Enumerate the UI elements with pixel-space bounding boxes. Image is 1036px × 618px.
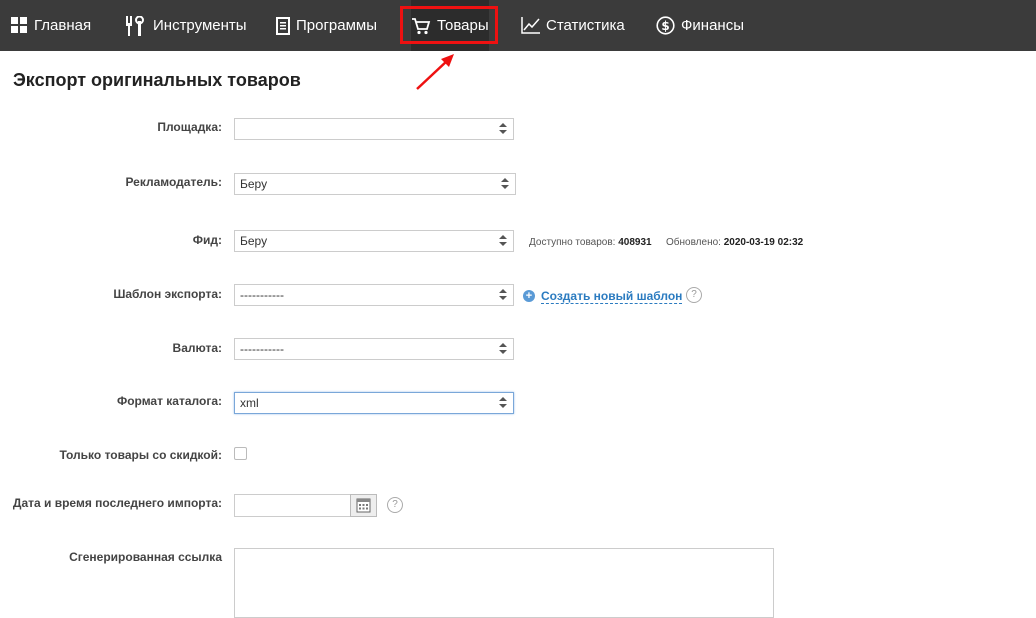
red-arrow-icon (416, 54, 454, 90)
template-label: Шаблон экспорта: (113, 287, 222, 301)
nav-item-finance[interactable]: $ Финансы (656, 0, 744, 51)
template-select[interactable]: ----------- (234, 284, 514, 306)
nav-label-programs: Программы (296, 17, 378, 34)
currency-select[interactable]: ----------- (234, 338, 514, 360)
nav-label-statistics: Статистика (546, 17, 625, 34)
nav-label-home: Главная (34, 17, 92, 34)
svg-text:$: $ (661, 19, 669, 33)
feed-label: Фид: (192, 233, 222, 247)
updated-value: 2020-03-19 02:32 (723, 237, 804, 248)
grid-icon (11, 17, 27, 33)
chart-icon (521, 17, 540, 34)
nav-item-home[interactable]: Главная (11, 0, 91, 51)
feed-updated: Обновлено: 2020-03-19 02:32 (666, 237, 803, 248)
nav-label-tools: Инструменты (153, 17, 247, 34)
discount-only-checkbox[interactable] (234, 447, 247, 460)
document-icon (276, 16, 290, 35)
dollar-icon: $ (656, 16, 675, 35)
last-import-label: Дата и время последнего импорта: (12, 496, 222, 510)
advertiser-select[interactable]: Беру (234, 173, 516, 195)
top-navigation: Главная Инструменты Программы Товары Ста… (0, 0, 1036, 51)
calendar-icon (356, 498, 371, 513)
currency-label: Валюта: (172, 341, 222, 355)
available-label: Доступно товаров: (529, 237, 616, 248)
select-arrows-icon (499, 343, 507, 355)
nav-item-statistics[interactable]: Статистика (521, 0, 625, 51)
feed-available-count: Доступно товаров: 408931 (529, 237, 652, 248)
select-arrows-icon (499, 289, 507, 301)
generated-link-label: Сгенерированная ссылка (69, 550, 222, 564)
feed-value: Беру (240, 234, 268, 248)
platform-label: Площадка: (157, 120, 222, 134)
last-import-input[interactable] (234, 494, 351, 517)
platform-select[interactable] (234, 118, 514, 140)
select-arrows-icon (501, 178, 509, 190)
create-template-link[interactable]: Создать новый шаблон (541, 289, 683, 304)
nav-item-tools[interactable]: Инструменты (125, 0, 247, 51)
nav-label-finance: Финансы (681, 17, 744, 34)
available-value: 408931 (618, 237, 652, 248)
feed-select[interactable]: Беру (234, 230, 514, 252)
nav-item-products[interactable]: Товары (411, 0, 489, 51)
select-arrows-icon (499, 235, 507, 247)
help-icon[interactable]: ? (686, 287, 702, 303)
format-value: xml (240, 396, 259, 410)
currency-value: ----------- (240, 342, 284, 356)
plus-circle-icon[interactable]: + (523, 290, 535, 302)
tools-icon (126, 15, 144, 36)
discount-only-label: Только товары со скидкой: (59, 448, 222, 462)
advertiser-value: Беру (240, 177, 268, 191)
nav-label-products: Товары (437, 17, 489, 34)
select-arrows-icon (499, 397, 507, 409)
select-arrows-icon (499, 123, 507, 135)
updated-label: Обновлено: (666, 237, 721, 248)
help-icon[interactable]: ? (387, 497, 403, 513)
nav-item-programs[interactable]: Программы (276, 0, 377, 51)
page-title: Экспорт оригинальных товаров (13, 70, 301, 90)
cart-icon (412, 17, 431, 34)
format-select[interactable]: xml (234, 392, 514, 414)
calendar-button[interactable] (350, 494, 377, 517)
format-label: Формат каталога: (116, 394, 222, 408)
advertiser-label: Рекламодатель: (125, 175, 222, 189)
template-value: ----------- (240, 288, 284, 302)
